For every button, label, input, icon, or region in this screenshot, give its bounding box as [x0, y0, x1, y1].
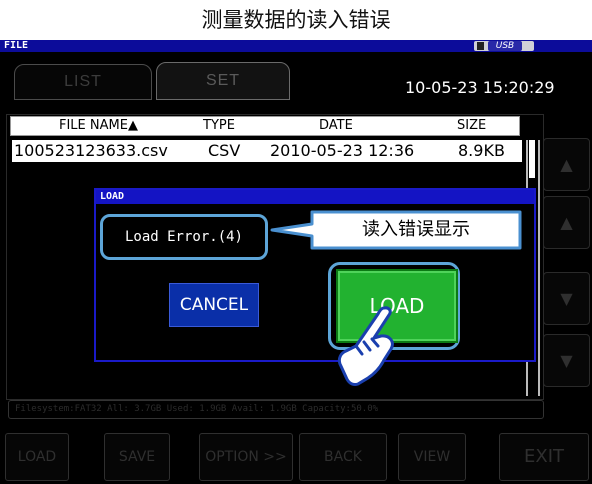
usb-indicator-icon: [477, 42, 484, 50]
tab-set[interactable]: SET: [156, 62, 290, 100]
back-function-button[interactable]: BACK: [299, 433, 387, 481]
usb-label: USB: [488, 41, 522, 51]
usb-status-badge: USB: [474, 41, 534, 51]
option-function-button[interactable]: OPTION >>: [199, 433, 293, 481]
filesystem-status: Filesystem:FAT32 All: 3.7GB Used: 1.9GB …: [8, 400, 544, 419]
down-arrow-icon: ▼: [560, 289, 573, 308]
column-header-file-name[interactable]: FILE NAME▲: [59, 117, 138, 135]
callout-text: 读入错误显示: [362, 219, 470, 240]
scroll-top-button[interactable]: ▲: [543, 138, 590, 191]
column-header-type[interactable]: TYPE: [203, 117, 235, 135]
view-function-button[interactable]: VIEW: [398, 433, 466, 481]
file-name-cell: 100523123633.csv: [14, 141, 168, 160]
double-up-arrow-icon: ▲: [560, 155, 573, 174]
error-message-box: Load Error.(4): [100, 214, 268, 260]
table-row[interactable]: 100523123633.csv CSV 2010-05-23 12:36 8.…: [12, 140, 522, 162]
page-caption: 测量数据的读入错误: [201, 8, 391, 32]
scrollbar-thumb[interactable]: [529, 140, 535, 178]
save-function-button[interactable]: SAVE: [104, 433, 170, 481]
file-type-cell: CSV: [208, 141, 241, 160]
device-screen: FILE USB LIST SET 10-05-23 15:20:29 FILE…: [0, 40, 592, 484]
column-header-size[interactable]: SIZE: [457, 117, 486, 135]
exit-function-button[interactable]: EXIT: [499, 433, 589, 481]
file-list-header: FILE NAME▲ TYPE DATE SIZE: [10, 116, 520, 136]
up-arrow-icon: ▲: [560, 213, 573, 232]
column-header-date[interactable]: DATE: [319, 117, 353, 135]
double-down-arrow-icon: ▼: [560, 351, 573, 370]
error-message: Load Error.(4): [124, 229, 243, 245]
dialog-title: LOAD: [100, 191, 125, 202]
window-title: FILE: [4, 40, 29, 51]
cancel-button[interactable]: CANCEL: [168, 282, 260, 328]
title-bar: FILE USB: [0, 40, 592, 52]
dialog-title-bar: LOAD: [96, 190, 534, 204]
tab-list[interactable]: LIST: [14, 64, 152, 100]
scroll-up-button[interactable]: ▲: [543, 196, 590, 249]
clock: 10-05-23 15:20:29: [405, 78, 555, 97]
file-date-cell: 2010-05-23 12:36: [270, 141, 415, 160]
file-size-cell: 8.9KB: [458, 141, 505, 160]
load-function-button[interactable]: LOAD: [5, 433, 69, 481]
scroll-bottom-button[interactable]: ▼: [543, 334, 590, 387]
pointing-hand-icon: [337, 306, 394, 386]
scroll-down-button[interactable]: ▼: [543, 272, 590, 325]
